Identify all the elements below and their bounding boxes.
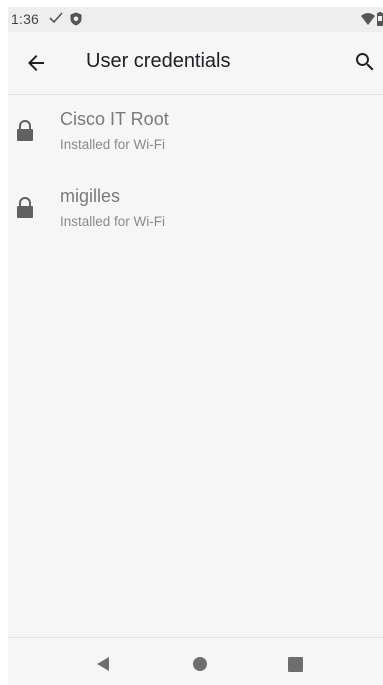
lock-icon (17, 197, 33, 218)
search-icon[interactable] (353, 50, 377, 74)
page-title: User credentials (86, 50, 231, 72)
credentials-list: Cisco IT Root Installed for Wi-Fi migill… (8, 95, 383, 249)
wifi-icon (361, 13, 375, 25)
credential-status: Installed for Wi-Fi (60, 214, 166, 229)
status-bar: 1:36 (8, 7, 383, 32)
shield-icon (70, 12, 82, 26)
credential-name: migilles (60, 186, 121, 206)
arrow-left-icon[interactable] (24, 51, 48, 75)
credential-name: Cisco IT Root (60, 109, 169, 129)
battery-icon (377, 12, 383, 26)
check-icon (49, 12, 63, 24)
nav-back-icon[interactable] (95, 656, 111, 672)
nav-recents-icon[interactable] (288, 657, 303, 672)
device-screen: 1:36 User credentials Cisco IT Root Inst… (8, 7, 383, 685)
nav-home-icon[interactable] (192, 656, 208, 672)
credential-status: Installed for Wi-Fi (60, 137, 166, 152)
navigation-bar (8, 637, 383, 685)
credential-item-cisco-it-root[interactable]: Cisco IT Root Installed for Wi-Fi (8, 95, 383, 172)
status-time: 1:36 (11, 11, 40, 27)
lock-icon (17, 120, 33, 141)
app-bar: User credentials (8, 32, 383, 94)
credential-item-migilles[interactable]: migilles Installed for Wi-Fi (8, 172, 383, 249)
